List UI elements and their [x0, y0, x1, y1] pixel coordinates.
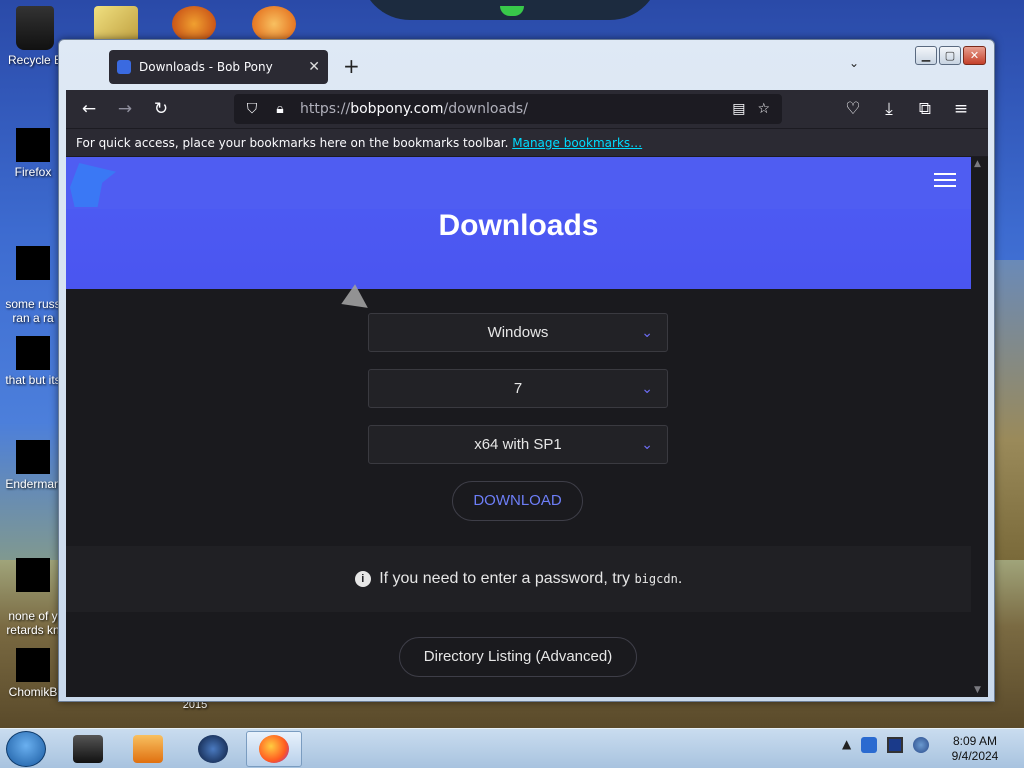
- navigation-toolbar: ← → ↻ ⛉ 🔒︎ https://bobpony.com/downloads…: [66, 90, 988, 128]
- terminal-icon: [73, 735, 103, 763]
- edition-select-value: x64 with SP1: [474, 436, 562, 453]
- page-scrollbar[interactable]: ▲ ▼: [971, 157, 988, 697]
- scroll-down-icon[interactable]: ▼: [974, 685, 981, 695]
- taskbar-item-globe[interactable]: [185, 731, 241, 767]
- browser-window: ▁ ▢ ✕ Downloads - Bob Pony ✕ + ⌄ ← → ↻ ⛉…: [58, 39, 995, 702]
- desktop-icon-label: Enderman: [5, 477, 61, 491]
- desktop-icon-file-1[interactable]: some russ ran a ra: [0, 232, 66, 325]
- new-tab-button[interactable]: +: [343, 54, 360, 78]
- version-select-value: 7: [513, 380, 523, 397]
- firefox-icon: [259, 735, 289, 763]
- download-selectors: Windows ⌄ 7 ⌄ x64 with SP1 ⌄: [368, 313, 668, 481]
- bookmarks-toolbar: For quick access, place your bookmarks h…: [66, 128, 988, 156]
- bookmarks-hint: For quick access, place your bookmarks h…: [76, 136, 509, 150]
- desktop-icon-label: ChomikB: [8, 685, 58, 699]
- folder-icon[interactable]: [94, 6, 138, 42]
- display-icon[interactable]: [887, 737, 904, 753]
- chevron-down-icon: ⌄: [641, 324, 653, 340]
- notice-text: If you need to enter a password, try: [379, 570, 630, 587]
- shield-icon[interactable]: ⛉: [244, 101, 260, 117]
- desktop-icon-firefox[interactable]: Firefox: [0, 128, 66, 179]
- notice-code: bigcdn: [634, 572, 678, 586]
- desktop-icon-label: Firefox: [14, 165, 52, 179]
- version-select[interactable]: 7 ⌄: [368, 369, 668, 408]
- list-tabs-chevron-icon[interactable]: ⌄: [849, 56, 859, 70]
- downloads-icon[interactable]: ⤓: [878, 98, 900, 120]
- desktop-icon-enderman[interactable]: Enderman: [0, 440, 66, 491]
- taskbar-item-media-player[interactable]: [120, 731, 176, 767]
- globe-icon: [198, 735, 228, 763]
- page-title: Downloads: [438, 209, 599, 242]
- file-icon: [16, 648, 50, 682]
- pocket-icon[interactable]: ♡: [842, 98, 864, 120]
- clock-date: 9/4/2024: [951, 749, 999, 763]
- download-button[interactable]: DOWNLOAD: [452, 481, 583, 521]
- hamburger-menu-icon[interactable]: [934, 173, 956, 187]
- window-controls: ▁ ▢ ✕: [915, 46, 986, 65]
- taskbar-clock[interactable]: 8:09 AM 9/4/2024: [940, 734, 1010, 764]
- network-app-icon[interactable]: [861, 737, 878, 753]
- clock-time: 8:09 AM: [952, 734, 998, 748]
- media-player-icon: [133, 735, 163, 763]
- lock-icon[interactable]: 🔒︎: [272, 101, 288, 117]
- file-icon: [16, 558, 50, 592]
- os-select[interactable]: Windows ⌄: [368, 313, 668, 352]
- password-notice: i If you need to enter a password, try b…: [66, 546, 971, 612]
- reader-view-icon[interactable]: ▤: [732, 101, 745, 117]
- forward-icon[interactable]: →: [114, 98, 136, 120]
- desktop-icon-label: Recycle B: [7, 53, 63, 67]
- desktop-icon-label: that but its: [5, 373, 61, 387]
- extensions-icon[interactable]: ⧉: [914, 98, 936, 120]
- site-favicon-icon: [117, 60, 131, 74]
- tab-downloads[interactable]: Downloads - Bob Pony ✕: [109, 50, 328, 84]
- page-content: Downloads Windows ⌄ 7 ⌄ x64 with SP1 ⌄ D…: [66, 157, 988, 697]
- close-button[interactable]: ✕: [963, 46, 986, 65]
- app-icon[interactable]: [252, 6, 296, 42]
- info-icon: i: [354, 571, 371, 587]
- taskbar-item-terminal[interactable]: [60, 731, 116, 767]
- hero-banner: Downloads: [66, 157, 971, 289]
- file-icon: [16, 440, 50, 474]
- file-icon: [16, 246, 50, 280]
- bookmark-star-icon[interactable]: ☆: [757, 101, 770, 117]
- wallpaper-hill: [990, 260, 1024, 560]
- desktop-icon-file-3[interactable]: none of y retards kn: [0, 544, 66, 637]
- chevron-down-icon: ⌄: [641, 436, 653, 452]
- volume-icon[interactable]: [913, 737, 930, 753]
- desktop-icon-label: none of y retards kn: [6, 609, 60, 637]
- desktop-icon-chomik[interactable]: ChomikB: [0, 648, 66, 699]
- browser-viewport: ← → ↻ ⛉ 🔒︎ https://bobpony.com/downloads…: [66, 90, 988, 697]
- reload-icon[interactable]: ↻: [150, 98, 172, 120]
- tab-close-icon[interactable]: ✕: [308, 59, 320, 75]
- scroll-up-icon[interactable]: ▲: [974, 159, 981, 169]
- maximize-button[interactable]: ▢: [939, 46, 961, 65]
- system-tray: ▲: [842, 737, 930, 753]
- chevron-down-icon: ⌄: [641, 380, 653, 396]
- show-hidden-icons-icon[interactable]: ▲: [842, 737, 851, 753]
- url-text[interactable]: https://bobpony.com/downloads/: [300, 101, 732, 117]
- os-select-value: Windows: [487, 324, 549, 341]
- taskbar: ▲ 8:09 AM 9/4/2024: [0, 728, 1024, 768]
- desktop-icon-label: some russ ran a ra: [5, 297, 61, 325]
- file-icon: [16, 336, 50, 370]
- directory-listing-button[interactable]: Directory Listing (Advanced): [399, 637, 637, 677]
- notice-end: .: [677, 570, 683, 587]
- site-header: [66, 157, 971, 209]
- manage-bookmarks-link[interactable]: Manage bookmarks…: [512, 136, 642, 150]
- tab-title: Downloads - Bob Pony: [139, 60, 273, 74]
- desktop-icon-file-2[interactable]: that but its: [0, 336, 66, 387]
- firefox-icon: [16, 128, 50, 162]
- recycle-bin-icon: [16, 6, 54, 50]
- start-button[interactable]: [6, 731, 46, 767]
- media-icon[interactable]: [172, 6, 216, 42]
- url-bar[interactable]: ⛉ 🔒︎ https://bobpony.com/downloads/ ▤ ☆: [234, 94, 782, 124]
- back-icon[interactable]: ←: [78, 98, 100, 120]
- minimize-button[interactable]: ▁: [915, 46, 937, 65]
- edition-select[interactable]: x64 with SP1 ⌄: [368, 425, 668, 464]
- taskbar-item-firefox[interactable]: [246, 731, 302, 767]
- menu-icon[interactable]: ≡: [950, 98, 972, 120]
